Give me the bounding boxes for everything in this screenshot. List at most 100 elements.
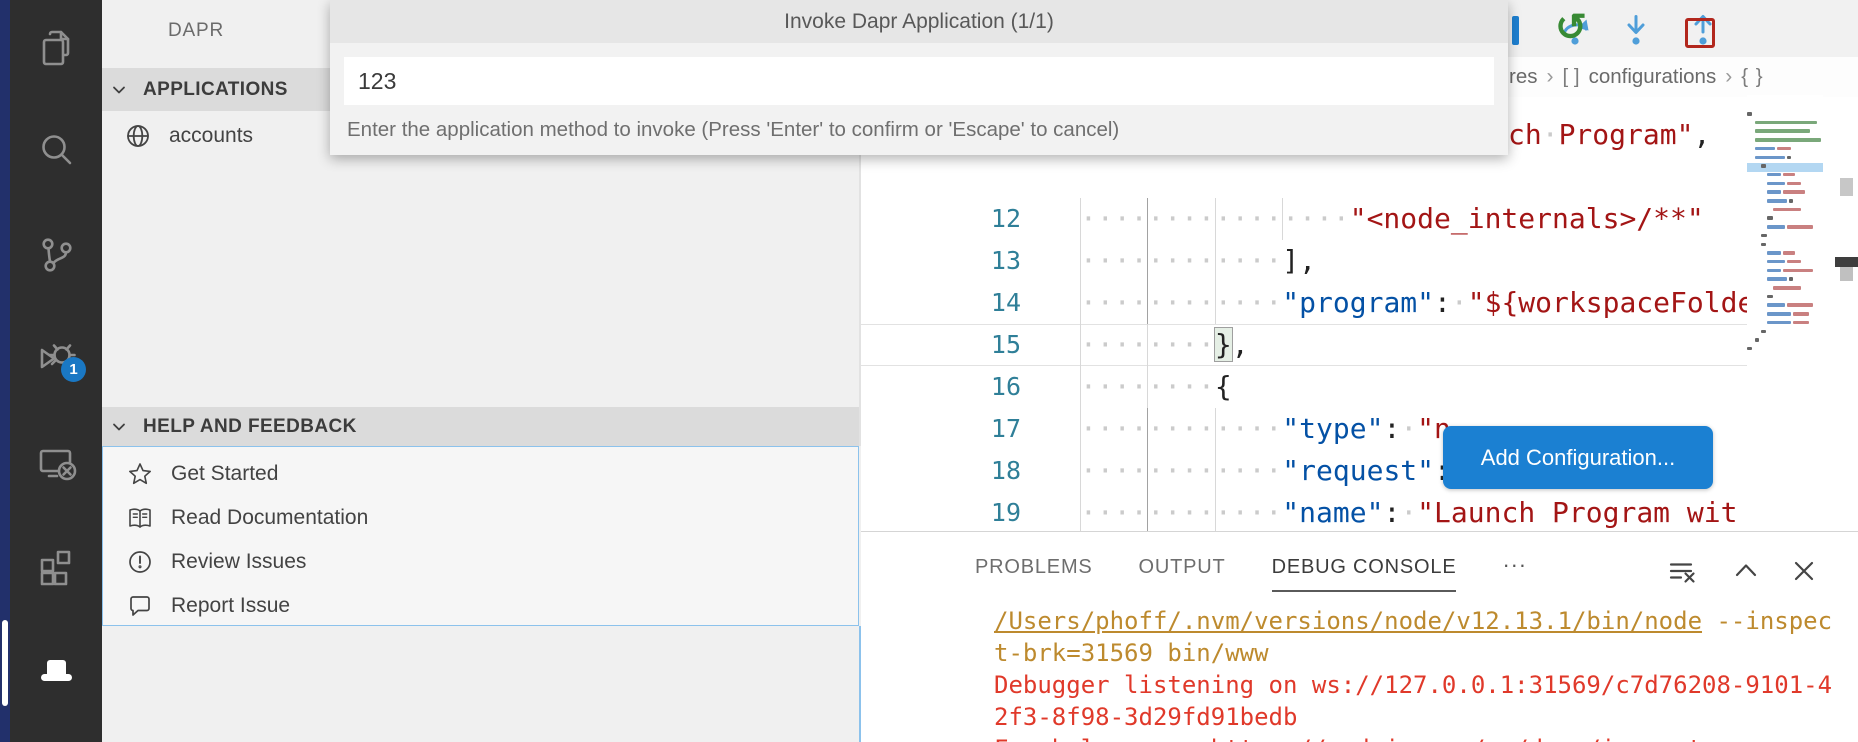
minimap-line [1787,182,1801,186]
section-label: APPLICATIONS [143,79,288,101]
minimap-line [1767,216,1773,220]
minimap-line [1747,347,1752,351]
minimap-line [1783,190,1805,194]
line-number[interactable]: 19 [921,492,1021,531]
help-item-read-documentation[interactable]: Read Documentation [127,499,368,537]
code-line[interactable]: 12 ················"<node_internals>/**" [861,198,1747,240]
code-text: ········}, [1080,324,1249,366]
tab-debug-console[interactable]: DEBUG CONSOLE [1272,556,1457,579]
code-text: ················"<node_internals>/**" [1080,198,1704,240]
code-text: ············], [1080,240,1316,282]
minimap-line [1789,277,1793,281]
minimap-line [1767,251,1781,255]
editor-scrollbar-thumb[interactable] [1840,267,1853,281]
help-feedback-view: Get Started Read Documentation Review Is… [102,446,859,626]
code-text: ············"name":·"Launch Program wit [1080,492,1737,531]
overview-ruler-marker [1835,257,1858,267]
minimap-line [1767,225,1785,229]
minimap-line [1755,121,1817,125]
editor-scrollbar-thumb[interactable] [1840,178,1853,196]
help-item-report-issue[interactable]: Report Issue [127,587,290,625]
console-line[interactable]: 2f3-8f98-3d29fd91bedb [994,701,1297,733]
more-tabs-icon[interactable]: ··· [1502,552,1526,579]
console-line[interactable]: /Users/phoff/.nvm/versions/node/v12.13.1… [994,605,1832,637]
minimap-line [1767,321,1791,325]
code-line[interactable]: 13 ············], [861,240,1747,282]
clear-console-icon[interactable] [1666,556,1696,586]
code-line[interactable]: 19 ············"name":·"Launch Program wi… [861,492,1747,531]
section-help-and-feedback[interactable]: HELP AND FEEDBACK [102,407,861,446]
explorer-icon[interactable] [33,25,79,71]
minimap-line [1783,269,1813,273]
minimap-line [1773,208,1801,212]
line-number[interactable]: 15 [921,324,1021,366]
line-number[interactable]: 14 [921,282,1021,324]
minimap-line [1783,173,1795,177]
console-line[interactable]: t-brk=31569 bin/www [994,637,1269,669]
minimap-line [1789,199,1793,203]
console-line[interactable]: Debugger listening on ws://127.0.0.1:315… [994,669,1832,701]
code-text: ············"program":·"${workspaceFolde [1080,282,1747,324]
vscode-window: 1 DAPR APPLICATIONS accounts HELP AN [0,0,1858,742]
bottom-panel: PROBLEMS OUTPUT DEBUG CONSOLE ··· /Users… [861,531,1858,742]
minimap-line [1767,199,1787,203]
line-number[interactable]: 18 [921,450,1021,492]
help-item-label: Review Issues [171,550,306,574]
code-text: ········{ [1080,366,1232,408]
code-line[interactable]: 16 ········{ [861,366,1747,408]
issue-icon [127,549,153,575]
search-icon[interactable] [33,127,79,173]
remote-explorer-icon[interactable] [33,440,79,486]
app-item-accounts[interactable]: accounts [125,117,253,155]
debug-badge: 1 [61,357,86,382]
help-item-review-issues[interactable]: Review Issues [127,543,306,581]
code-text: ············"type":·"n [1080,408,1451,450]
add-configuration-button[interactable]: Add Configuration... [1443,426,1713,489]
line-number[interactable]: 16 [921,366,1021,408]
minimap-line [1747,112,1752,116]
line-number[interactable]: 12 [921,198,1021,240]
code-line[interactable]: 14 ············"program":·"${workspaceFol… [861,282,1747,324]
minimap-line [1755,156,1785,160]
minimap-line [1755,147,1775,151]
extensions-icon[interactable] [33,543,79,589]
minimap-line [1787,156,1791,160]
help-item-label: Read Documentation [171,506,368,530]
minimap-line [1767,277,1787,281]
maximize-panel-icon[interactable] [1731,556,1761,586]
minimap-line [1777,147,1791,151]
tab-output[interactable]: OUTPUT [1139,556,1226,579]
quick-input-dialog: Invoke Dapr Application (1/1) Enter the … [330,0,1508,155]
minimap-line [1793,321,1809,325]
line-number[interactable]: 13 [921,240,1021,282]
dapr-icon[interactable] [33,645,79,691]
code-text: ch·Program", [1508,114,1710,156]
minimap-line [1767,190,1781,194]
chevron-down-icon [112,83,126,97]
minimap[interactable] [1747,95,1823,440]
minimap-highlight [1747,163,1823,172]
book-icon [127,505,153,531]
tab-problems[interactable]: PROBLEMS [975,556,1093,579]
help-item-get-started[interactable]: Get Started [127,455,278,493]
minimap-line [1767,173,1781,177]
console-line[interactable]: For help, see: https://nodejs.org/en/doc… [994,733,1731,742]
minimap-line [1755,338,1759,342]
quick-input-prompt: Enter the application method to invoke (… [347,118,1119,142]
chevron-down-icon [112,420,126,434]
run-and-debug-icon[interactable]: 1 [33,333,79,379]
minimap-line [1787,303,1813,307]
window-edge-rail [0,0,10,742]
minimap-line [1767,260,1785,264]
minimap-line [1767,312,1791,316]
code-text: ············"request": [1080,450,1451,492]
rail-scroll-thumb[interactable] [2,620,8,706]
code-line[interactable]: 15 ········}, [861,324,1747,366]
app-item-label: accounts [169,124,253,148]
quick-input-field[interactable] [344,57,1494,105]
close-panel-icon[interactable] [1789,556,1819,586]
line-number[interactable]: 17 [921,408,1021,450]
minimap-line [1767,269,1781,273]
globe-icon [125,123,151,149]
source-control-icon[interactable] [33,232,79,278]
